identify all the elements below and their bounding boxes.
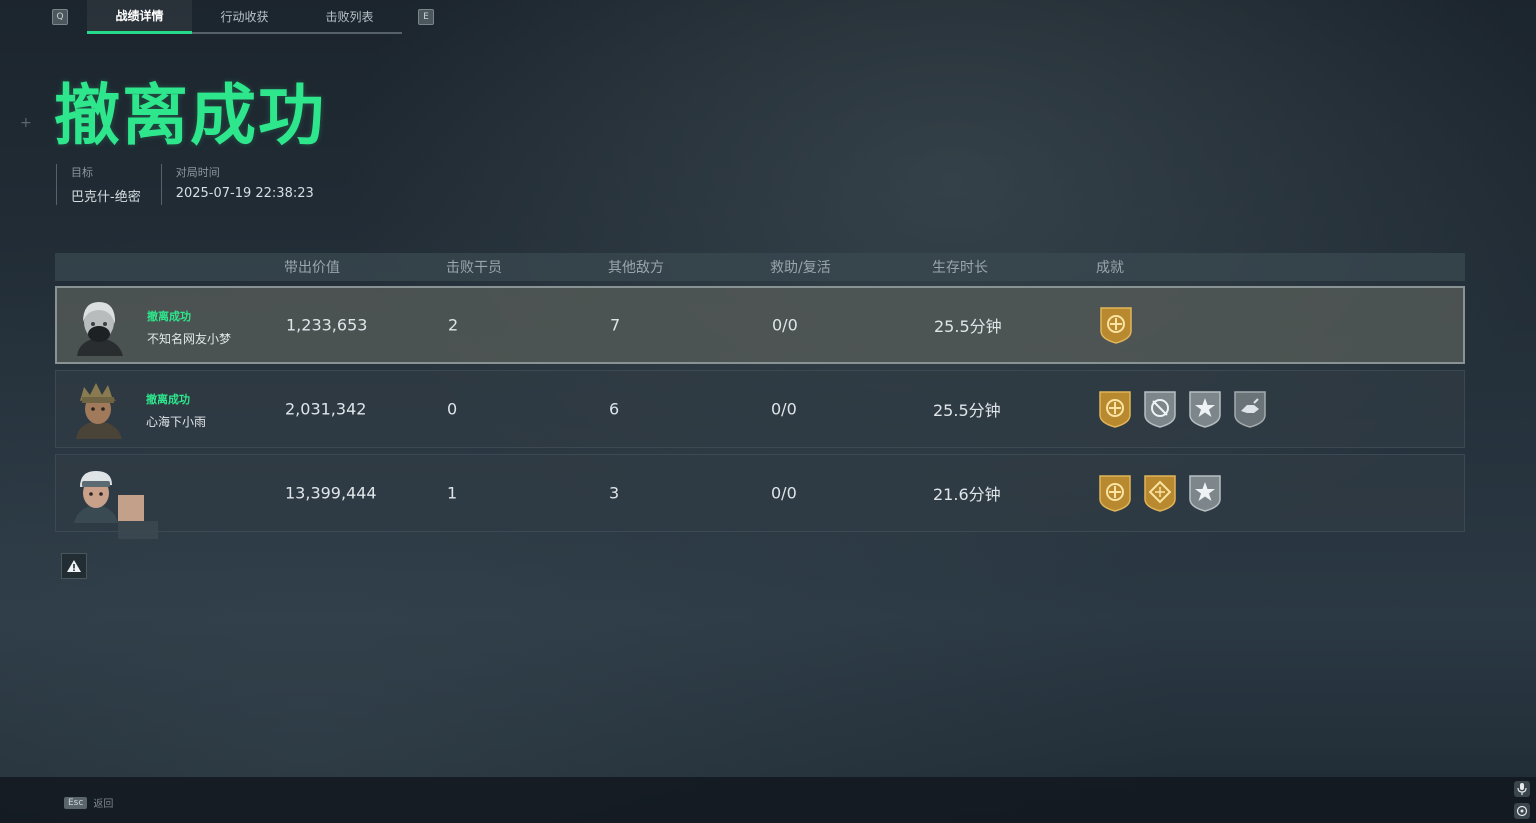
cell-other-enemies: 6 xyxy=(609,399,620,419)
mosaic-censor xyxy=(118,495,144,521)
gold-extract-badge-icon[interactable] xyxy=(1097,389,1133,429)
meta-target: 目标 巴克什-绝密 xyxy=(56,164,141,205)
player-info: 撤离成功 不知名网友小梦 xyxy=(147,308,231,347)
corner-controls xyxy=(1514,781,1530,819)
cell-operator-kills: 0 xyxy=(447,399,458,419)
bottom-bar xyxy=(0,777,1536,823)
decor-plus-mark: + xyxy=(20,115,32,131)
gold-grid-badge-icon[interactable] xyxy=(1142,473,1178,513)
cell-operator-kills: 1 xyxy=(447,483,458,503)
achievement-list xyxy=(1097,473,1223,513)
meta-time: 对局时间 2025-07-19 22:38:23 xyxy=(160,164,314,205)
player-status: 撤离成功 xyxy=(146,393,190,406)
cell-survival-time: 25.5分钟 xyxy=(933,401,1001,420)
silver-star-badge-icon[interactable] xyxy=(1187,473,1223,513)
back-button[interactable]: Esc 返回 xyxy=(64,795,113,810)
mosaic-censor xyxy=(118,521,158,539)
meta-target-label: 目标 xyxy=(71,166,93,179)
silver-no-damage-badge-icon[interactable] xyxy=(1142,389,1178,429)
cell-operator-kills: 2 xyxy=(448,315,459,335)
next-tab-key[interactable]: E xyxy=(418,9,434,25)
player-info: 撤离成功 心海下小雨 xyxy=(146,391,206,430)
header-carried-value: 带出价值 xyxy=(284,260,340,276)
tab-action-loot[interactable]: 行动收获 xyxy=(192,0,297,34)
cell-carried-value: 2,031,342 xyxy=(285,399,367,419)
table-row[interactable]: 13,399,444 1 3 0/0 21.6分钟 xyxy=(55,454,1465,539)
cell-carried-value: 1,233,653 xyxy=(286,315,368,335)
prev-tab-key[interactable]: Q xyxy=(52,9,68,25)
achievement-list xyxy=(1097,389,1268,429)
header-other-enemies: 其他敌方 xyxy=(608,260,664,276)
result-title: 撤离成功 xyxy=(54,77,326,154)
squad-stats-table: 带出价值 击败干员 其他敌方 救助/复活 生存时长 成就 撤离成功 不知名网友小… xyxy=(55,253,1465,539)
silver-star-badge-icon[interactable] xyxy=(1187,389,1223,429)
header-operator-kills: 击败干员 xyxy=(446,260,502,276)
player-name: 心海下小雨 xyxy=(146,415,207,429)
meta-time-value: 2025-07-19 22:38:23 xyxy=(175,186,314,201)
cell-assist-revive: 0/0 xyxy=(772,315,798,335)
microphone-icon[interactable] xyxy=(1514,781,1530,797)
tab-kill-list[interactable]: 击败列表 xyxy=(297,0,402,34)
tab-bar: Q 战绩详情 行动收获 击败列表 E xyxy=(52,0,434,34)
table-header: 带出价值 击败干员 其他敌方 救助/复活 生存时长 成就 xyxy=(55,253,1465,281)
esc-key: Esc xyxy=(64,796,88,809)
cell-survival-time: 25.5分钟 xyxy=(934,317,1002,336)
operator-avatar xyxy=(76,383,122,439)
silver-hand-badge-icon[interactable] xyxy=(1232,389,1268,429)
target-icon[interactable] xyxy=(1514,803,1530,819)
header-achievements: 成就 xyxy=(1096,260,1124,276)
match-meta: 目标 巴克什-绝密 对局时间 2025-07-19 22:38:23 xyxy=(56,164,334,205)
gold-extract-badge-icon[interactable] xyxy=(1098,305,1134,345)
player-status: 撤离成功 xyxy=(147,310,191,323)
cell-assist-revive: 0/0 xyxy=(771,399,797,419)
header-survival-time: 生存时长 xyxy=(932,260,988,276)
achievement-list xyxy=(1098,305,1134,345)
cell-carried-value: 13,399,444 xyxy=(285,483,377,503)
tab-battle-details[interactable]: 战绩详情 xyxy=(87,0,192,34)
warning-icon xyxy=(67,560,81,572)
player-name: 不知名网友小梦 xyxy=(147,332,232,346)
gold-extract-badge-icon[interactable] xyxy=(1097,473,1133,513)
cell-other-enemies: 7 xyxy=(610,315,621,335)
report-button[interactable] xyxy=(61,553,87,579)
meta-time-label: 对局时间 xyxy=(175,166,220,179)
table-row[interactable]: 撤离成功 不知名网友小梦 1,233,653 2 7 0/0 25.5分钟 xyxy=(55,286,1465,364)
operator-avatar xyxy=(77,302,123,356)
table-row[interactable]: 撤离成功 心海下小雨 2,031,342 0 6 0/0 25.5分钟 xyxy=(55,370,1465,448)
header-assist-revive: 救助/复活 xyxy=(770,260,831,276)
back-label: 返回 xyxy=(93,799,114,810)
cell-survival-time: 21.6分钟 xyxy=(933,485,1001,504)
meta-target-value: 巴克什-绝密 xyxy=(71,190,141,205)
cell-assist-revive: 0/0 xyxy=(771,483,797,503)
cell-other-enemies: 3 xyxy=(609,483,620,503)
